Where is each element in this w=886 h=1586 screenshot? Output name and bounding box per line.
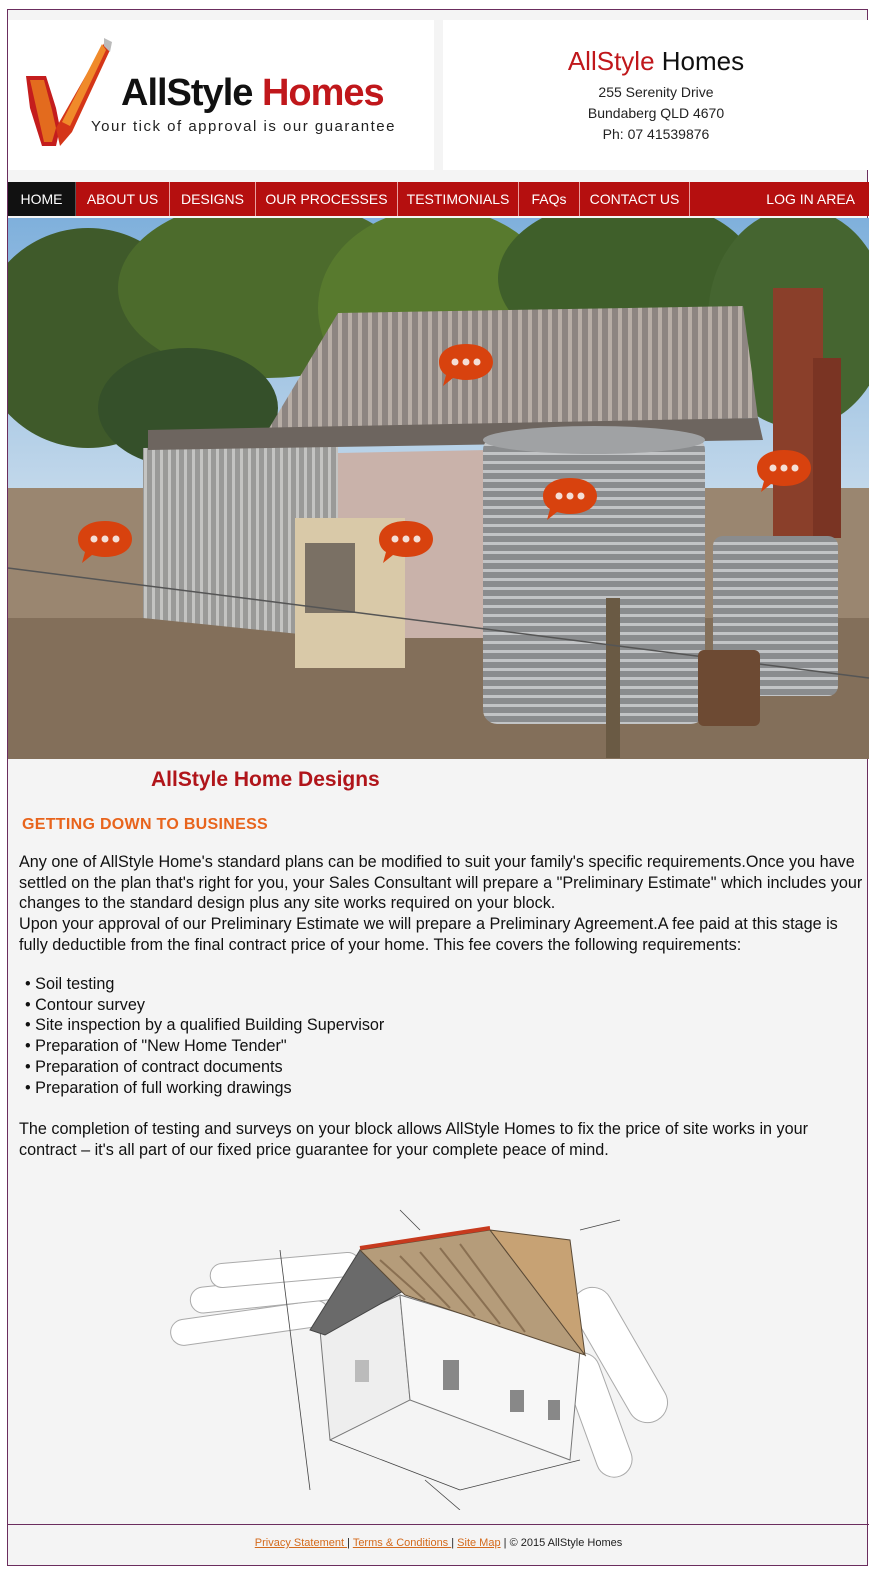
site-map-link[interactable]: Site Map	[457, 1537, 500, 1549]
privacy-statement-link[interactable]: Privacy Statement	[255, 1537, 347, 1549]
logo-area[interactable]: AllStyle Homes Your tick of approval is …	[8, 20, 434, 170]
list-item: • Preparation of "New Home Tender"	[25, 1037, 287, 1056]
list-item: • Preparation of full working drawings	[25, 1078, 292, 1097]
page-title: AllStyle Home Designs	[151, 768, 380, 791]
copyright-text: | © 2015 AllStyle Homes	[500, 1537, 623, 1549]
house-blueprint-image	[170, 1209, 668, 1510]
nav-item-contact-us[interactable]: CONTACT US	[580, 182, 690, 216]
speech-bubble-icon[interactable]	[377, 519, 435, 565]
hero-illustration	[8, 218, 869, 759]
speech-bubble-icon[interactable]	[541, 476, 599, 522]
site-footer: Privacy Statement | Terms & Conditions |…	[8, 1524, 869, 1566]
contact-block: AllStyle Homes 255 Serenity Drive Bundab…	[443, 20, 869, 170]
phone-number: Ph: 07 41539876	[602, 126, 710, 142]
nav-item-our-processes[interactable]: OUR PROCESSES	[256, 182, 398, 216]
section-title: GETTING DOWN TO BUSINESS	[22, 816, 269, 833]
logo-tagline: Your tick of approval is our guarantee	[91, 118, 396, 135]
address-line-2: Bundaberg QLD 4670	[587, 105, 725, 121]
completion-paragraph: The completion of testing and surveys on…	[19, 1120, 809, 1159]
agreement-paragraph: Upon your approval of our Preliminary Es…	[19, 915, 838, 954]
brand-title: AllStyle Homes	[567, 46, 745, 76]
hero-image	[8, 218, 869, 759]
list-item: • Contour survey	[25, 995, 145, 1014]
terms-conditions-link[interactable]: Terms & Conditions	[353, 1537, 451, 1549]
speech-bubble-icon[interactable]	[755, 448, 813, 494]
list-item: • Site inspection by a qualified Buildin…	[25, 1016, 385, 1035]
requirements-list: • Soil testing • Contour survey • Site i…	[25, 974, 384, 1098]
list-item: • Preparation of contract documents	[25, 1057, 283, 1076]
speech-bubble-icon[interactable]	[76, 519, 134, 565]
intro-paragraph: Any one of AllStyle Home's standard plan…	[19, 853, 863, 913]
address-line-1: 255 Serenity Drive	[598, 84, 714, 100]
nav-item-about-us[interactable]: ABOUT US	[76, 182, 170, 216]
nav-item-home[interactable]: HOME	[8, 182, 76, 216]
main-nav: HOME ABOUT US DESIGNS OUR PROCESSES TEST…	[8, 182, 869, 216]
nav-item-faqs[interactable]: FAQs	[519, 182, 580, 216]
speech-bubble-icon[interactable]	[437, 342, 495, 388]
list-item: • Soil testing	[25, 975, 115, 993]
logo-text: AllStyle Homes	[121, 72, 385, 114]
nav-item-testimonials[interactable]: TESTIMONIALS	[398, 182, 519, 216]
nav-item-designs[interactable]: DESIGNS	[170, 182, 256, 216]
nav-item-log-in-area[interactable]: LOG IN AREA	[766, 182, 855, 216]
